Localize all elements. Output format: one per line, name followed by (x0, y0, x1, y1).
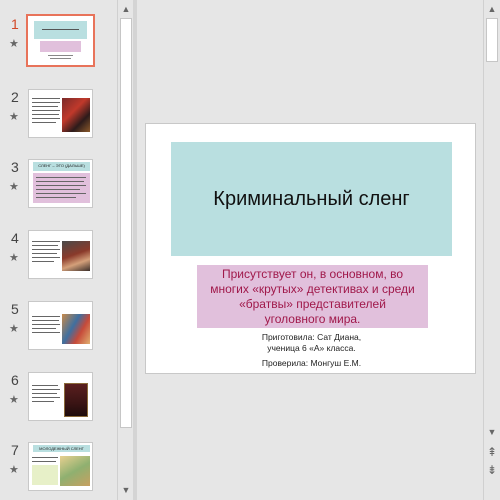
slide-thumbnail-image[interactable] (28, 301, 93, 350)
slide-thumbnail-image[interactable] (28, 89, 93, 138)
slide-thumbnail-image[interactable] (28, 230, 93, 279)
slide-number: 6 (11, 372, 19, 388)
slide-thumbnail-5[interactable]: 5 ★ (0, 301, 117, 367)
thumbnail-title: МОЛОДЕЖНЫЙ СЛЕНГ (39, 446, 84, 451)
slide-thumbnail-6[interactable]: 6 ★ (0, 372, 117, 438)
slide-edit-area: Криминальный сленг Присутствует он, в ос… (137, 0, 483, 500)
scroll-down-arrow-icon[interactable]: ▼ (118, 482, 134, 498)
slide-thumbnail-image[interactable] (28, 372, 93, 421)
slide-thumbnail-pane: 1 ★ 2 ★ 3 ★ СЛЕНГ – ЭТО (ДАЛЬШЕ) 4 ★ 5 ★… (0, 0, 117, 500)
slide-title: Криминальный сленг (213, 187, 410, 210)
slide-thumbnail-2[interactable]: 2 ★ (0, 89, 117, 155)
animation-star-icon: ★ (9, 111, 19, 123)
scroll-up-arrow-icon[interactable]: ▲ (118, 1, 134, 17)
author-caption[interactable]: Приготовила: Сат Диана, ученица 6 «А» кл… (146, 332, 477, 354)
animation-star-icon: ★ (9, 252, 19, 264)
animation-star-icon: ★ (9, 38, 19, 50)
scrollbar-thumb[interactable] (120, 18, 132, 428)
slide-thumbnail-4[interactable]: 4 ★ (0, 230, 117, 296)
thumbnail-scrollbar[interactable]: ▲ ▼ (117, 0, 133, 500)
slide-number: 7 (11, 442, 19, 458)
slide-number: 2 (11, 89, 19, 105)
scrollbar-thumb[interactable] (486, 18, 498, 62)
slide-thumbnail-7[interactable]: 7 ★ МОЛОДЕЖНЫЙ СЛЕНГ (0, 442, 117, 500)
slide-thumbnail-image[interactable]: МОЛОДЕЖНЫЙ СЛЕНГ (28, 442, 93, 491)
slide-thumbnail-1[interactable]: 1 ★ (0, 14, 117, 82)
slide-number: 5 (11, 301, 19, 317)
animation-star-icon: ★ (9, 181, 19, 193)
title-placeholder[interactable]: Криминальный сленг (171, 142, 452, 256)
slide-subtitle: Присутствует он, в основном, во многих «… (210, 266, 415, 326)
animation-star-icon: ★ (9, 394, 19, 406)
slide-thumbnail-3[interactable]: 3 ★ СЛЕНГ – ЭТО (ДАЛЬШЕ) (0, 159, 117, 225)
scroll-down-arrow-icon[interactable]: ▼ (484, 424, 500, 440)
slide-thumbnail-image[interactable]: СЛЕНГ – ЭТО (ДАЛЬШЕ) (28, 159, 93, 208)
slide-number: 1 (11, 16, 19, 32)
slide-number: 4 (11, 230, 19, 246)
animation-star-icon: ★ (9, 464, 19, 476)
scroll-up-arrow-icon[interactable]: ▲ (484, 1, 500, 17)
checker-caption[interactable]: Проверила: Монгуш Е.М. (146, 358, 477, 368)
previous-slide-icon[interactable]: ⇞ (484, 444, 500, 460)
slide-canvas[interactable]: Криминальный сленг Присутствует он, в ос… (145, 123, 476, 374)
next-slide-icon[interactable]: ⇟ (484, 462, 500, 478)
thumbnail-title: СЛЕНГ – ЭТО (ДАЛЬШЕ) (38, 163, 85, 168)
subtitle-placeholder[interactable]: Присутствует он, в основном, во многих «… (197, 265, 428, 328)
slide-number: 3 (11, 159, 19, 175)
main-scrollbar[interactable]: ▲ ▼ ⇞ ⇟ (483, 0, 500, 500)
animation-star-icon: ★ (9, 323, 19, 335)
slide-thumbnail-image[interactable] (26, 14, 95, 67)
